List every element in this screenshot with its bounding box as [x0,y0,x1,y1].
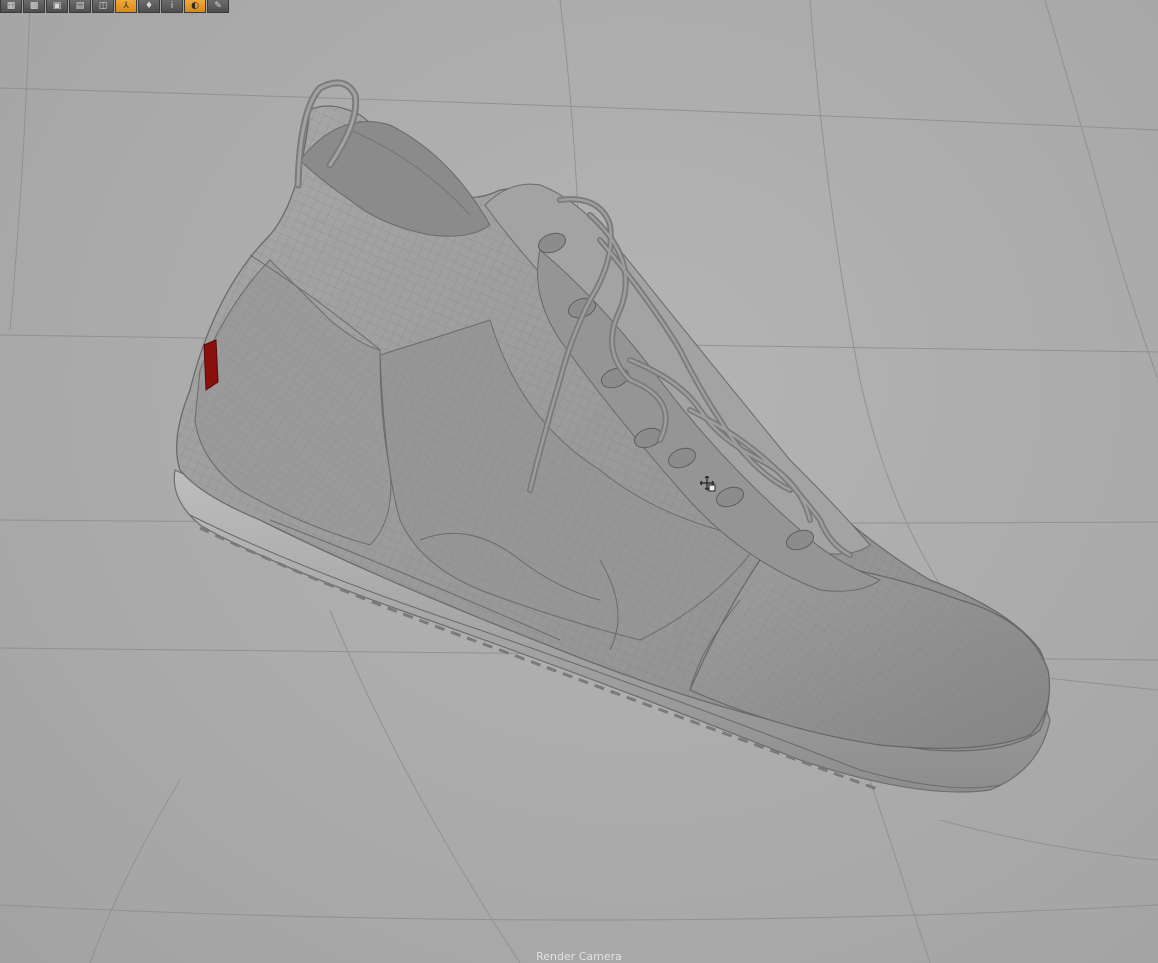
grid-icon[interactable]: ▦ [0,0,22,13]
heel-tag [203,339,219,391]
mesh-icon[interactable]: ▤ [69,0,91,13]
3d-viewport[interactable]: ▦ ▩ ▣ ▤ ◫ ⅄ ♦ i ◐ ✎ Render Camera [0,0,1158,963]
shoe-model [173,79,1051,793]
camera-icon[interactable]: ◫ [92,0,114,13]
light-icon[interactable]: ♦ [138,0,160,13]
axis-icon[interactable]: ⅄ [115,0,137,13]
info-icon[interactable]: i [161,0,183,13]
camera-label: Render Camera [536,950,622,963]
paint-icon[interactable]: ✎ [207,0,229,13]
shading-icon[interactable]: ◐ [184,0,206,13]
move-cursor-icon [700,476,716,492]
scene-canvas[interactable] [0,0,1158,963]
viewport-toolbar: ▦ ▩ ▣ ▤ ◫ ⅄ ♦ i ◐ ✎ [0,0,229,13]
texture-icon[interactable]: ▩ [23,0,45,13]
wireframe-icon[interactable]: ▣ [46,0,68,13]
